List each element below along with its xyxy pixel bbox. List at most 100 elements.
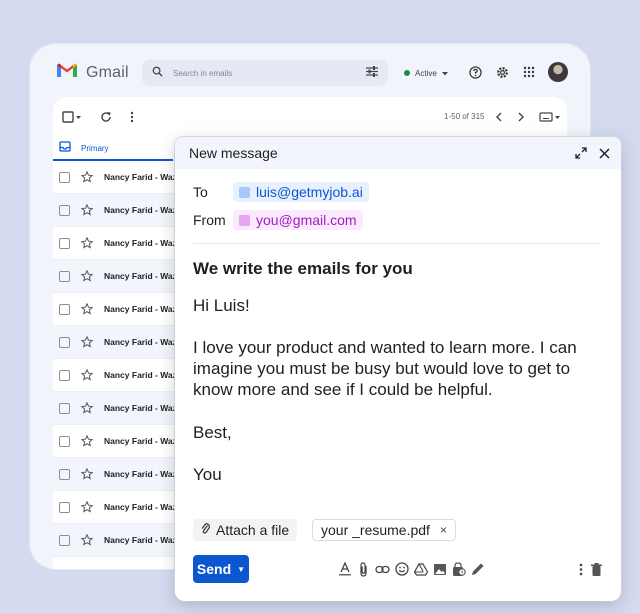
pen-icon[interactable]: [470, 561, 485, 577]
row-checkbox[interactable]: [59, 303, 70, 315]
row-checkbox[interactable]: [59, 270, 70, 282]
star-icon[interactable]: [80, 368, 94, 382]
row-sender: Nancy Farid - Wazz: [104, 403, 182, 413]
search-input[interactable]: Search in emails: [173, 69, 366, 78]
body-greeting[interactable]: Hi Luis!: [193, 295, 607, 316]
compose-title: New message: [189, 145, 278, 161]
row-checkbox[interactable]: [59, 171, 70, 183]
lock-clock-icon[interactable]: [451, 561, 466, 577]
subject-field[interactable]: We write the emails for you: [193, 259, 413, 279]
row-checkbox[interactable]: [59, 237, 70, 249]
gmail-brand: Gmail: [86, 63, 129, 81]
to-chip[interactable]: luis@getmyjob.ai: [233, 182, 369, 202]
keyboard-icon[interactable]: [537, 106, 563, 128]
to-field[interactable]: To luis@getmyjob.ai: [193, 182, 369, 202]
expand-icon[interactable]: [573, 145, 589, 161]
row-sender: Nancy Farid - Wazz: [104, 238, 182, 248]
star-icon[interactable]: [80, 434, 94, 448]
close-icon[interactable]: [596, 145, 612, 161]
row-sender: Nancy Farid - Wazz: [104, 535, 182, 545]
star-icon[interactable]: [80, 467, 94, 481]
attach-file-button[interactable]: Attach a file: [193, 519, 298, 541]
search-bar[interactable]: Search in emails: [142, 60, 388, 86]
row-checkbox[interactable]: [59, 501, 70, 513]
send-button[interactable]: Send ▼: [193, 555, 249, 583]
emoji-icon[interactable]: [394, 561, 409, 577]
help-icon[interactable]: [467, 64, 483, 80]
paperclip-icon[interactable]: [356, 561, 371, 577]
star-icon[interactable]: [80, 170, 94, 184]
row-checkbox[interactable]: [59, 402, 70, 414]
star-icon[interactable]: [80, 203, 94, 217]
contact-icon: [239, 214, 250, 226]
star-icon[interactable]: [80, 302, 94, 316]
refresh-icon[interactable]: [95, 106, 117, 128]
attach-file-label: Attach a file: [216, 522, 290, 538]
from-value: you@gmail.com: [256, 212, 357, 228]
formatting-toolbar: [337, 561, 485, 577]
search-icon: [152, 64, 163, 82]
to-label: To: [193, 184, 208, 200]
status-selector[interactable]: Active: [398, 62, 454, 84]
tab-primary-label: Primary: [81, 143, 109, 153]
row-sender: Nancy Farid - Wazz: [104, 337, 182, 347]
chevron-left-icon[interactable]: [487, 106, 509, 128]
drive-icon[interactable]: [413, 561, 428, 577]
paperclip-icon: [201, 522, 210, 538]
body-signature[interactable]: You: [193, 464, 607, 485]
avatar[interactable]: [548, 62, 568, 82]
star-icon[interactable]: [80, 236, 94, 250]
send-options-icon[interactable]: ▼: [237, 565, 245, 574]
gear-icon[interactable]: [494, 64, 510, 80]
chevron-right-icon[interactable]: [510, 106, 532, 128]
contact-icon: [239, 186, 250, 198]
from-label: From: [193, 212, 226, 228]
status-dot: [404, 70, 410, 76]
from-field[interactable]: From you@gmail.com: [193, 210, 363, 230]
attachment-name: your _resume.pdf: [321, 522, 430, 538]
image-icon[interactable]: [432, 561, 447, 577]
chevron-down-icon: [441, 69, 448, 78]
to-value: luis@getmyjob.ai: [256, 184, 363, 200]
row-sender: Nancy Farid - Wazz: [104, 205, 182, 215]
row-sender: Nancy Farid - Wazz: [104, 502, 182, 512]
send-label: Send: [196, 561, 232, 577]
apps-icon[interactable]: [521, 64, 537, 80]
pagination-label: 1-50 of 315: [444, 112, 485, 121]
row-checkbox[interactable]: [59, 468, 70, 480]
tab-primary[interactable]: Primary: [53, 137, 173, 161]
divider: [193, 243, 601, 244]
status-label: Active: [415, 68, 437, 78]
row-checkbox[interactable]: [59, 435, 70, 447]
row-checkbox[interactable]: [59, 369, 70, 381]
remove-attachment-button[interactable]: ×: [440, 523, 447, 537]
star-icon[interactable]: [80, 269, 94, 283]
row-sender: Nancy Farid - Wazz: [104, 469, 182, 479]
attachment-chip[interactable]: your _resume.pdf ×: [312, 519, 456, 541]
body-signoff[interactable]: Best,: [193, 422, 607, 443]
gmail-logo-icon: [56, 62, 78, 83]
row-sender: Nancy Farid - Wazz: [104, 271, 182, 281]
body-paragraph[interactable]: I love your product and wanted to learn …: [193, 337, 607, 400]
row-sender: Nancy Farid - Wazz: [104, 436, 182, 446]
gmail-header: Gmail Search in emails Active: [30, 44, 590, 100]
row-checkbox[interactable]: [59, 204, 70, 216]
gmail-logo[interactable]: Gmail: [56, 62, 129, 83]
star-icon[interactable]: [80, 533, 94, 547]
compose-window: New message To luis@getmyjob.ai From you…: [175, 137, 621, 601]
link-icon[interactable]: [375, 561, 390, 577]
more-vert-icon[interactable]: [121, 106, 143, 128]
row-checkbox[interactable]: [59, 336, 70, 348]
list-toolbar: 1-50 of 315: [53, 97, 567, 137]
from-chip[interactable]: you@gmail.com: [233, 210, 363, 230]
select-all-checkbox[interactable]: [61, 106, 83, 128]
filter-icon[interactable]: [366, 64, 378, 82]
row-checkbox[interactable]: [59, 534, 70, 546]
more-options-icon[interactable]: [574, 561, 588, 577]
star-icon[interactable]: [80, 500, 94, 514]
star-icon[interactable]: [80, 335, 94, 349]
star-icon[interactable]: [80, 401, 94, 415]
format-text-icon[interactable]: [337, 561, 352, 577]
row-sender: Nancy Farid - Wazz: [104, 172, 182, 182]
trash-icon[interactable]: [589, 561, 603, 577]
